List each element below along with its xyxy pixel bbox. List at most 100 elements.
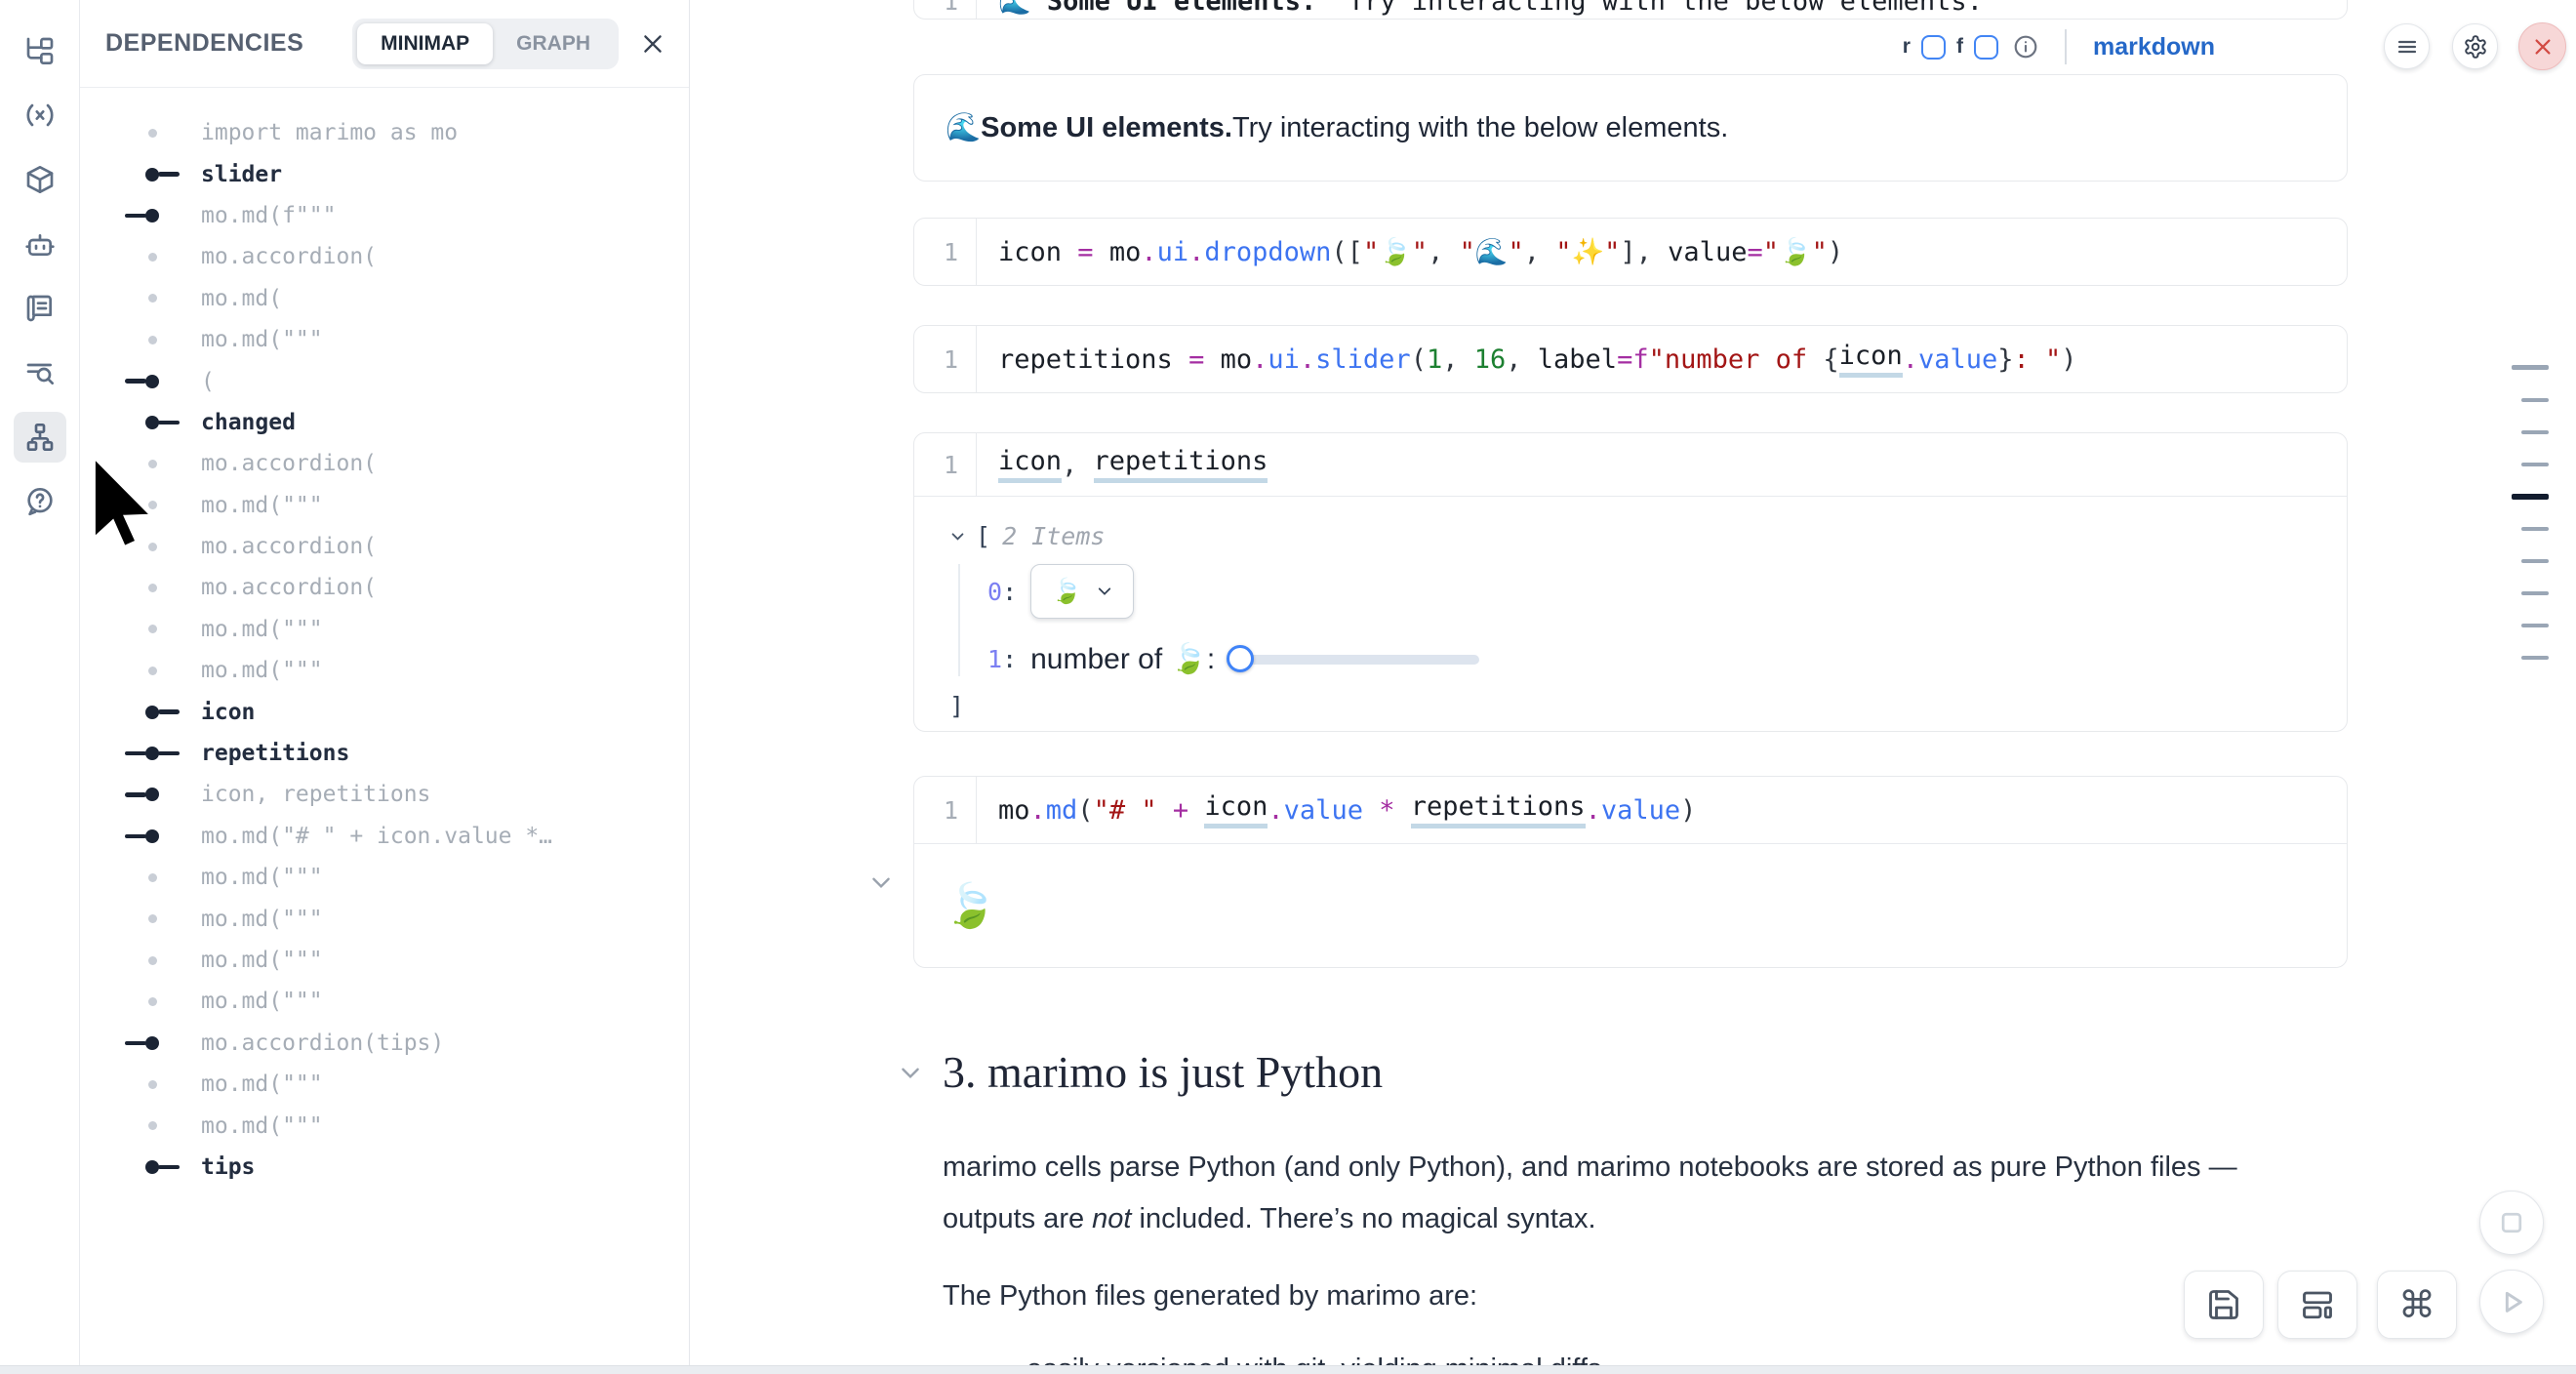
outline-marker[interactable]	[2512, 480, 2549, 512]
help-icon[interactable]	[14, 476, 66, 527]
minimap-cell-label: slider	[201, 162, 282, 187]
output-text: Try interacting with the below elements.	[1232, 112, 1728, 144]
cell-footer-toolbar: r f markdown	[913, 20, 2348, 74]
run-checkbox[interactable]	[1921, 35, 1946, 60]
code-line: 🌊 Some UI elements. Try interacting with…	[977, 0, 1983, 20]
close-panel-icon[interactable]	[640, 31, 665, 57]
outline-marker[interactable]	[2512, 512, 2549, 545]
code-cell-md-heading[interactable]: 1 mo.md("# " + icon.value * repetitions.…	[913, 776, 2348, 968]
minimap-cell-label: mo.md("""	[201, 327, 323, 352]
minimap-row[interactable]: icon	[80, 691, 689, 732]
info-icon[interactable]	[2013, 34, 2038, 60]
code-line[interactable]: icon = mo.ui.dropdown(["🍃", "🌊", "✨"], v…	[977, 219, 1843, 285]
minimap-row[interactable]: mo.accordion(tips)	[80, 1023, 689, 1064]
file-tree-icon[interactable]	[14, 25, 66, 76]
repetitions-slider[interactable]	[1230, 655, 1479, 665]
minimap-row[interactable]: mo.md("""	[80, 981, 689, 1022]
outline-marker[interactable]	[2512, 609, 2549, 641]
minimap-row[interactable]: mo.md("""	[80, 857, 689, 898]
left-icon-rail	[0, 0, 80, 1365]
line-number: 1	[914, 433, 977, 496]
tuple-items: 0 : 🍃 1 : number of 🍃:	[958, 564, 2347, 676]
cell-graph-marker	[125, 375, 180, 388]
collapse-cell-chevron-icon[interactable]	[868, 869, 894, 895]
code-line[interactable]: mo.md("# " + icon.value * repetitions.va…	[977, 777, 1696, 843]
cell-graph-marker	[125, 416, 180, 429]
language-mode-label[interactable]: markdown	[2093, 33, 2215, 61]
document-outline	[2512, 351, 2549, 673]
menu-button[interactable]	[2384, 23, 2430, 69]
section-paragraph: marimo cells parse Python (and only Pyth…	[943, 1142, 2314, 1245]
minimap-row[interactable]: mo.accordion(	[80, 567, 689, 608]
minimap-row[interactable]: mo.md("""	[80, 319, 689, 360]
dependencies-icon[interactable]	[14, 412, 66, 463]
keyboard-shortcuts-button[interactable]: ⌘	[2377, 1271, 2457, 1339]
wave-emoji: 🌊	[946, 111, 981, 144]
outline-marker[interactable]	[2512, 416, 2549, 448]
minimap-cell-label: mo.md(f"""	[201, 203, 336, 228]
cell-graph-marker	[125, 336, 180, 344]
cell-graph-marker	[125, 253, 180, 262]
code-cell-slider[interactable]: 1 repetitions = mo.ui.slider(1, 16, labe…	[913, 325, 2348, 393]
outline-marker[interactable]	[2512, 641, 2549, 673]
cell-graph-marker	[125, 294, 180, 303]
bracket-open: [	[976, 522, 990, 550]
shutdown-button[interactable]	[2518, 22, 2566, 70]
minimap-cell-label: tips	[201, 1154, 255, 1180]
minimap-row[interactable]: (	[80, 360, 689, 401]
minimap-row[interactable]: mo.md("""	[80, 609, 689, 650]
settings-button[interactable]	[2452, 23, 2498, 69]
minimap-row[interactable]: mo.md("# " + icon.value *…	[80, 816, 689, 857]
tab-graph[interactable]: GRAPH	[493, 23, 614, 64]
minimap-row[interactable]: icon, repetitions	[80, 774, 689, 815]
section-heading: 3. marimo is just Python	[943, 1046, 2348, 1099]
minimap-row[interactable]: mo.md("""	[80, 898, 689, 939]
collapse-chevron-icon[interactable]	[949, 528, 966, 545]
outline-marker[interactable]	[2512, 545, 2549, 577]
outline-marker[interactable]	[2512, 577, 2549, 609]
minimap-cell-label: mo.md("""	[201, 617, 323, 642]
markdown-code-cell-clipped[interactable]: 1 🌊 Some UI elements. Try interacting wi…	[913, 0, 2348, 20]
minimap-row[interactable]: mo.accordion(	[80, 236, 689, 277]
hamburger-menu-icon	[2395, 35, 2419, 59]
minimap-row[interactable]: mo.md(f"""	[80, 195, 689, 236]
close-icon	[2532, 36, 2554, 58]
cell-graph-marker	[125, 667, 180, 675]
code-line[interactable]: icon, repetitions	[977, 433, 1268, 496]
section-paragraph-2: The Python files generated by marimo are…	[943, 1280, 2348, 1313]
minimap-row[interactable]: mo.md("""	[80, 940, 689, 981]
slider-thumb[interactable]	[1227, 645, 1254, 672]
table-of-contents-icon[interactable]	[14, 347, 66, 398]
format-checkbox[interactable]	[1974, 35, 1998, 60]
minimap-row[interactable]: changed	[80, 402, 689, 443]
save-button[interactable]	[2184, 1271, 2264, 1339]
collapse-section-chevron-icon[interactable]	[898, 1060, 923, 1085]
cell-graph-marker	[125, 914, 180, 923]
layout-toggle-button[interactable]	[2277, 1271, 2357, 1339]
minimap-row[interactable]: mo.md("""	[80, 1064, 689, 1105]
minimap-row[interactable]: slider	[80, 153, 689, 194]
outline-marker[interactable]	[2512, 448, 2549, 480]
minimap-row[interactable]: mo.md("""	[80, 650, 689, 691]
stop-icon	[2497, 1208, 2526, 1237]
minimap-row[interactable]: tips	[80, 1147, 689, 1188]
save-icon	[2206, 1287, 2241, 1322]
icon-dropdown-select[interactable]: 🍃	[1030, 564, 1134, 619]
packages-icon[interactable]	[14, 154, 66, 205]
snippets-icon[interactable]	[14, 283, 66, 334]
minimap-row[interactable]: repetitions	[80, 733, 689, 774]
outline-marker[interactable]	[2512, 351, 2549, 384]
variables-icon[interactable]	[14, 90, 66, 141]
run-button[interactable]	[2479, 1270, 2544, 1334]
minimap-row[interactable]: mo.md(	[80, 278, 689, 319]
line-number: 1	[914, 326, 977, 392]
ai-assistant-icon[interactable]	[14, 219, 66, 269]
code-line[interactable]: repetitions = mo.ui.slider(1, 16, label=…	[977, 326, 2077, 392]
outline-marker[interactable]	[2512, 384, 2549, 416]
minimap-row[interactable]: mo.md("""	[80, 1105, 689, 1146]
tab-minimap[interactable]: MINIMAP	[357, 23, 493, 64]
code-cell-tuple[interactable]: 1 icon, repetitions [ 2 Items 0 :	[913, 432, 2348, 732]
code-cell-dropdown[interactable]: 1 icon = mo.ui.dropdown(["🍃", "🌊", "✨"],…	[913, 218, 2348, 286]
minimap-row[interactable]: import marimo as mo	[80, 112, 689, 153]
stop-button[interactable]	[2479, 1191, 2544, 1255]
